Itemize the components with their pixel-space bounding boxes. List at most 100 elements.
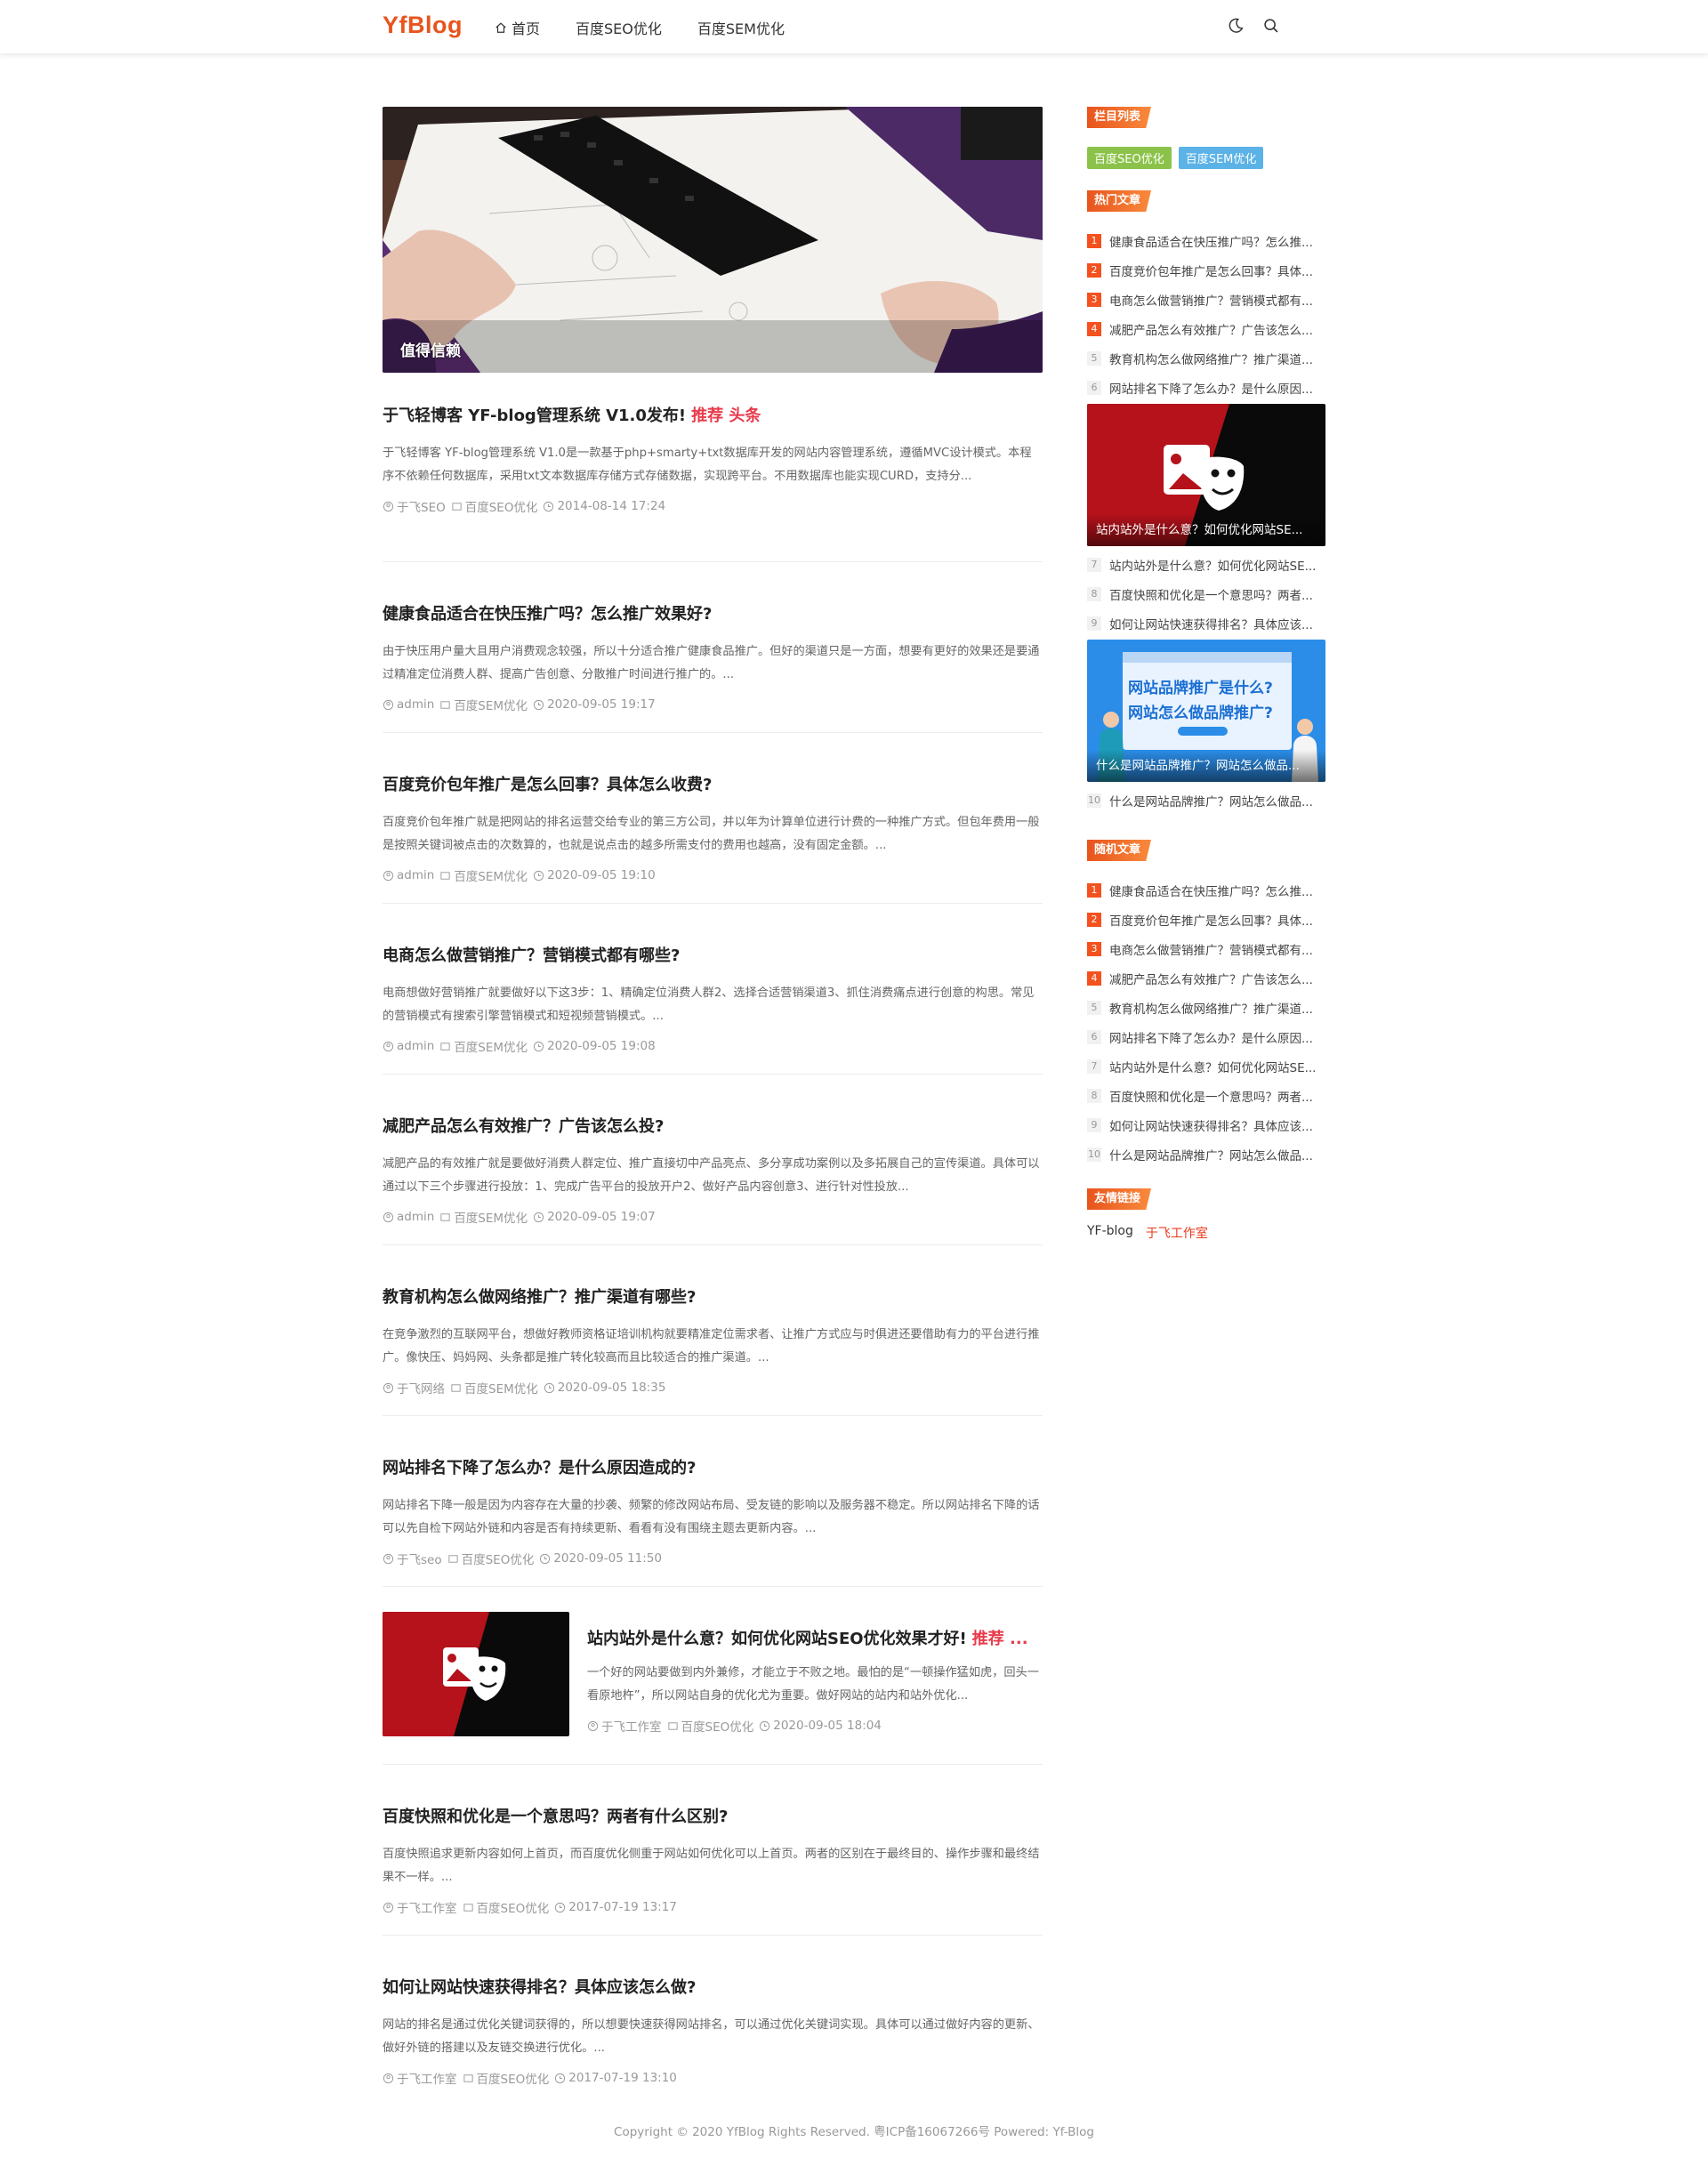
user-icon	[383, 1553, 394, 1564]
random-article-item[interactable]: 5 教育机构怎么做网络推广？推广渠道...	[1087, 993, 1325, 1022]
post-author[interactable]: admin	[397, 1039, 434, 1053]
post-date: 2020-09-05 11:50	[553, 1551, 662, 1566]
hot-article-item[interactable]: 10 什么是网站品牌推广？网站怎么做品...	[1087, 785, 1325, 815]
category-buttons: 百度SEO优化 百度SEM优化	[1087, 147, 1325, 169]
moon-icon[interactable]	[1226, 16, 1245, 36]
post-title[interactable]: 于飞轻博客 YF-blog管理系统 V1.0发布! 推荐 头条	[383, 403, 761, 426]
category-button-sem[interactable]: 百度SEM优化	[1178, 147, 1264, 169]
post-title[interactable]: 健康食品适合在快压推广吗？怎么推广效果好?	[383, 601, 712, 624]
post-meta: 于飞工作室 百度SEO优化 2017-07-19 13:10	[383, 2069, 677, 2087]
post-item[interactable]: 减肥产品怎么有效推广？广告该怎么投? 减肥产品的有效推广就是要做好消费人群定位、…	[383, 1075, 1043, 1245]
post-category[interactable]: 百度SEO优化	[681, 1717, 754, 1735]
post-item[interactable]: 百度快照和优化是一个意思吗？两者有什么区别? 百度快照追求更新内容如何上首页，而…	[383, 1765, 1043, 1936]
clock-icon	[544, 501, 554, 511]
hot-articles-title: 热门文章	[1087, 190, 1152, 212]
post-excerpt: 网站的排名是通过优化关键词获得的，所以想要快速获得网站排名，可以通过优化关键词实…	[383, 2018, 1040, 2055]
rank-badge: 6	[1087, 1029, 1101, 1044]
post-author[interactable]: 于飞工作室	[601, 1717, 662, 1735]
hot-article-item[interactable]: 5 教育机构怎么做网络推广？推广渠道...	[1087, 343, 1325, 373]
random-article-item[interactable]: 10 什么是网站品牌推广？网站怎么做品...	[1087, 1139, 1325, 1169]
post-author[interactable]: 于飞SEO	[397, 497, 446, 515]
folder-icon	[440, 871, 450, 880]
hot-article-item[interactable]: 2 百度竞价包年推广是怎么回事？具体...	[1087, 255, 1325, 285]
post-excerpt: 网站排名下降一般是因为内容存在大量的抄袭、频繁的修改网站布局、受友链的影响以及服…	[383, 1499, 1040, 1535]
random-article-item[interactable]: 7 站内站外是什么意？如何优化网站SE...	[1087, 1051, 1325, 1081]
hot-article-item[interactable]: 8 百度快照和优化是一个意思吗？两者...	[1087, 579, 1325, 608]
category-button-seo[interactable]: 百度SEO优化	[1087, 147, 1172, 169]
nav-baidu-seo[interactable]: 百度SEO优化	[576, 17, 662, 38]
post-author[interactable]: admin	[397, 1210, 434, 1224]
post-item[interactable]: 站内站外是什么意？如何优化网站SEO优化效果才好! 推荐 ... 一个好的网站要做…	[383, 1587, 1043, 1765]
hot-article-item[interactable]: 3 电商怎么做营销推广？营销模式都有...	[1087, 285, 1325, 314]
friend-link[interactable]: 于飞工作室	[1146, 1224, 1208, 1242]
post-item[interactable]: 于飞轻博客 YF-blog管理系统 V1.0发布! 推荐 头条 于飞轻博客 YF-…	[383, 373, 1043, 562]
post-category[interactable]: 百度SEM优化	[454, 696, 528, 713]
hot-article-item[interactable]: 4 减肥产品怎么有效推广？广告该怎么...	[1087, 314, 1325, 343]
hot-article-item[interactable]: 6 网站排名下降了怎么办？是什么原因...	[1087, 373, 1325, 402]
random-article-item[interactable]: 9 如何让网站快速获得排名？具体应该...	[1087, 1110, 1325, 1139]
post-item[interactable]: 如何让网站快速获得排名？具体应该怎么做? 网站的排名是通过优化关键词获得的，所以…	[383, 1936, 1043, 2106]
post-date: 2017-07-19 13:17	[568, 1900, 677, 1914]
rank-badge: 1	[1087, 233, 1101, 248]
post-author[interactable]: admin	[397, 868, 434, 882]
featured-banner[interactable]: 值得信赖	[383, 107, 1043, 373]
site-logo[interactable]: YfBlog	[383, 12, 463, 39]
random-article-title: 网站排名下降了怎么办？是什么原因...	[1109, 1031, 1313, 1046]
post-category[interactable]: 百度SEO优化	[465, 497, 538, 515]
post-title[interactable]: 站内站外是什么意？如何优化网站SEO优化效果才好! 推荐 ...	[587, 1626, 1028, 1649]
post-category[interactable]: 百度SEM优化	[464, 1379, 538, 1397]
post-meta: 于飞网络 百度SEM优化 2020-09-05 18:35	[383, 1379, 665, 1397]
random-article-title: 什么是网站品牌推广？网站怎么做品...	[1109, 1148, 1313, 1163]
post-author[interactable]: 于飞工作室	[397, 1898, 457, 1916]
rank-badge: 2	[1087, 262, 1101, 278]
post-author[interactable]: admin	[397, 697, 434, 712]
random-article-item[interactable]: 6 网站排名下降了怎么办？是什么原因...	[1087, 1022, 1325, 1051]
hot-article-card[interactable]: 站内站外是什么意？如何优化网站SE...	[1087, 404, 1325, 546]
post-item[interactable]: 百度竞价包年推广是怎么回事？具体怎么收费? 百度竞价包年推广就是把网站的排名运营…	[383, 733, 1043, 904]
post-title[interactable]: 减肥产品怎么有效推广？广告该怎么投?	[383, 1114, 664, 1137]
post-excerpt: 一个好的网站要做到内外兼修，才能立于不败之地。最怕的是“一顿操作猛如虎，回头一看…	[587, 1666, 1039, 1703]
post-author[interactable]: 于飞工作室	[397, 2069, 457, 2087]
post-title[interactable]: 网站排名下降了怎么办？是什么原因造成的?	[383, 1455, 696, 1478]
post-meta: admin 百度SEM优化 2020-09-05 19:10	[383, 866, 656, 884]
nav-home[interactable]: 首页	[495, 17, 540, 38]
post-excerpt: 由于快压用户量大且用户消费观念较强，所以十分适合推广健康食品推广。但好的渠道只是…	[383, 645, 1040, 681]
post-title[interactable]: 教育机构怎么做网络推广？推广渠道有哪些?	[383, 1284, 696, 1308]
hot-article-item[interactable]: 7 站内站外是什么意？如何优化网站SE...	[1087, 550, 1325, 579]
hot-article-item[interactable]: 9 如何让网站快速获得排名？具体应该...	[1087, 608, 1325, 638]
post-author[interactable]: 于飞seo	[397, 1550, 442, 1567]
nav-baidu-sem[interactable]: 百度SEM优化	[697, 17, 785, 38]
random-article-item[interactable]: 3 电商怎么做营销推广？营销模式都有...	[1087, 934, 1325, 963]
post-item[interactable]: 健康食品适合在快压推广吗？怎么推广效果好? 由于快压用户量大且用户消费观念较强，…	[383, 562, 1043, 733]
random-article-item[interactable]: 4 减肥产品怎么有效推广？广告该怎么...	[1087, 963, 1325, 993]
post-item[interactable]: 教育机构怎么做网络推广？推广渠道有哪些? 在竞争激烈的互联网平台，想做好教师资格…	[383, 1245, 1043, 1416]
hot-article-title: 站内站外是什么意？如何优化网站SE...	[1109, 559, 1317, 574]
post-date: 2020-09-05 18:04	[773, 1719, 882, 1733]
post-category[interactable]: 百度SEO优化	[462, 1550, 535, 1567]
post-item[interactable]: 网站排名下降了怎么办？是什么原因造成的? 网站排名下降一般是因为内容存在大量的抄…	[383, 1416, 1043, 1587]
random-article-item[interactable]: 8 百度快照和优化是一个意思吗？两者...	[1087, 1081, 1325, 1110]
post-thumbnail[interactable]	[383, 1612, 569, 1736]
post-title[interactable]: 百度快照和优化是一个意思吗？两者有什么区别?	[383, 1804, 728, 1827]
post-excerpt: 电商想做好营销推广就要做好以下这3步：1、精确定位消费人群2、选择合适营销渠道3…	[383, 986, 1035, 1023]
post-item[interactable]: 电商怎么做营销推广？营销模式都有哪些? 电商想做好营销推广就要做好以下这3步：1…	[383, 904, 1043, 1075]
post-title[interactable]: 电商怎么做营销推广？营销模式都有哪些?	[383, 943, 680, 966]
folder-icon	[463, 1903, 473, 1912]
hot-article-item[interactable]: 1 健康食品适合在快压推广吗？怎么推...	[1087, 226, 1325, 255]
clock-icon	[555, 2073, 566, 2083]
rank-badge: 1	[1087, 882, 1101, 898]
post-category[interactable]: 百度SEO优化	[477, 1898, 550, 1916]
post-title[interactable]: 百度竞价包年推广是怎么回事？具体怎么收费?	[383, 772, 712, 795]
random-article-item[interactable]: 2 百度竞价包年推广是怎么回事？具体...	[1087, 905, 1325, 934]
friend-link[interactable]: YF-blog	[1087, 1224, 1133, 1242]
search-icon[interactable]	[1261, 16, 1281, 36]
random-article-item[interactable]: 1 健康食品适合在快压推广吗？怎么推...	[1087, 875, 1325, 905]
post-category[interactable]: 百度SEM优化	[454, 1208, 528, 1226]
hot-article-card[interactable]: 网站品牌推广是什么? 网站怎么做品牌推广? 什么是网站品牌推广？网站怎么做品..…	[1087, 640, 1325, 782]
post-title[interactable]: 如何让网站快速获得排名？具体应该怎么做?	[383, 1975, 696, 1998]
post-author[interactable]: 于飞网络	[397, 1379, 445, 1397]
post-category[interactable]: 百度SEM优化	[454, 1037, 528, 1055]
hot-article-title: 百度快照和优化是一个意思吗？两者...	[1109, 588, 1313, 603]
post-category[interactable]: 百度SEM优化	[454, 866, 528, 884]
post-category[interactable]: 百度SEO优化	[477, 2069, 550, 2087]
